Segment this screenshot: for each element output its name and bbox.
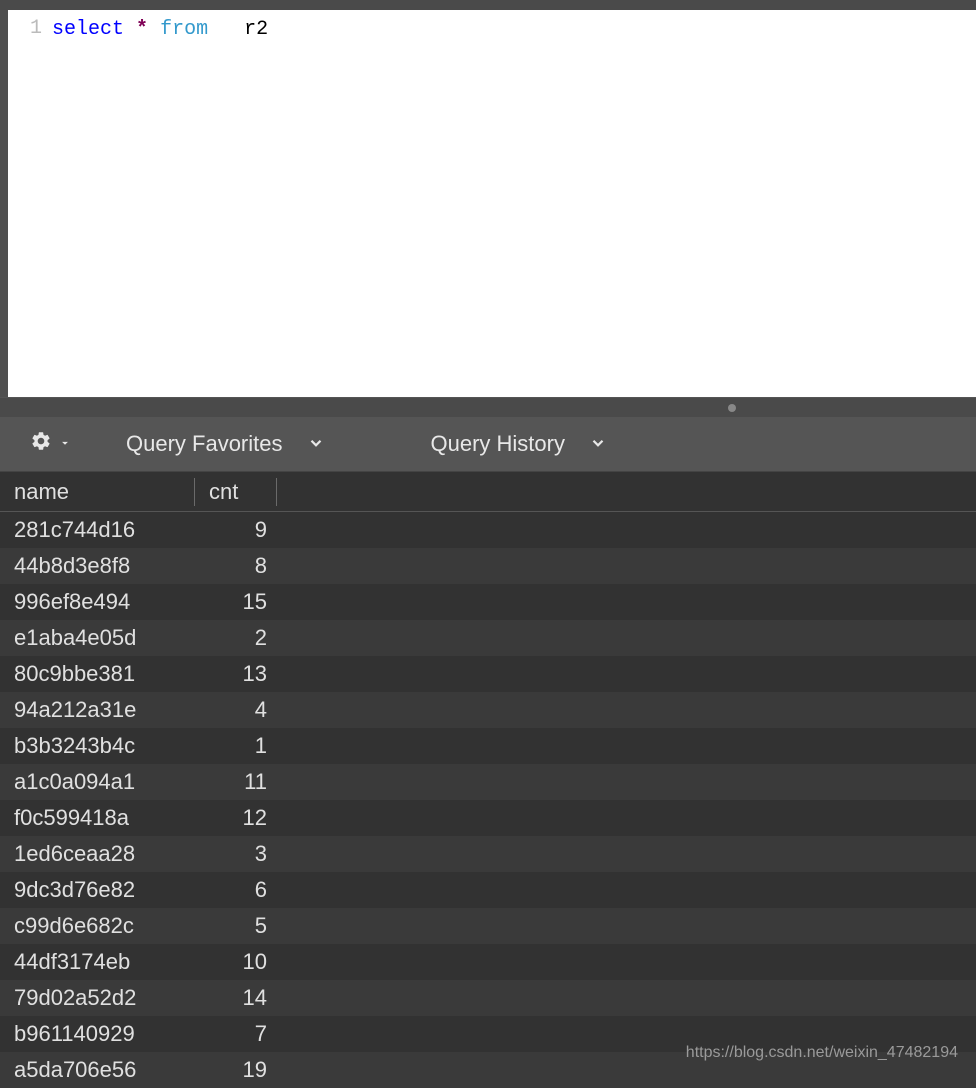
cell-name: 80c9bbe381	[0, 661, 195, 687]
column-header-name[interactable]: name	[0, 478, 195, 506]
chevron-down-icon	[589, 434, 607, 455]
cell-cnt: 3	[195, 841, 277, 867]
code-area[interactable]: select * from r2	[52, 10, 976, 397]
cell-name: a5da706e56	[0, 1057, 195, 1083]
table-row[interactable]: 44b8d3e8f88	[0, 548, 976, 584]
cell-name: 94a212a31e	[0, 697, 195, 723]
pane-divider[interactable]	[0, 397, 976, 417]
cell-name: b961140929	[0, 1021, 195, 1047]
table-row[interactable]: 9dc3d76e826	[0, 872, 976, 908]
cell-cnt: 8	[195, 553, 277, 579]
table-row[interactable]: 281c744d169	[0, 512, 976, 548]
cell-cnt: 14	[195, 985, 277, 1011]
cell-name: 9dc3d76e82	[0, 877, 195, 903]
results-header: name cnt	[0, 472, 976, 512]
results-toolbar: Query Favorites Query History	[0, 417, 976, 472]
cell-cnt: 19	[195, 1057, 277, 1083]
query-history-label: Query History	[431, 431, 565, 457]
cell-name: e1aba4e05d	[0, 625, 195, 651]
table-row[interactable]: e1aba4e05d2	[0, 620, 976, 656]
cell-cnt: 9	[195, 517, 277, 543]
table-row[interactable]: 79d02a52d214	[0, 980, 976, 1016]
table-row[interactable]: f0c599418a12	[0, 800, 976, 836]
gear-icon[interactable]	[30, 430, 52, 458]
cell-cnt: 15	[195, 589, 277, 615]
cell-cnt: 13	[195, 661, 277, 687]
sql-keyword-select: select	[52, 18, 124, 41]
cell-name: 44b8d3e8f8	[0, 553, 195, 579]
results-body[interactable]: 281c744d16944b8d3e8f88996ef8e49415e1aba4…	[0, 512, 976, 1088]
cell-name: a1c0a094a1	[0, 769, 195, 795]
cell-name: b3b3243b4c	[0, 733, 195, 759]
cell-cnt: 11	[195, 769, 277, 795]
cell-cnt: 10	[195, 949, 277, 975]
line-number: 1	[8, 17, 42, 40]
chevron-down-icon	[307, 434, 325, 455]
table-row[interactable]: 44df3174eb10	[0, 944, 976, 980]
table-row[interactable]: 1ed6ceaa283	[0, 836, 976, 872]
cell-name: 44df3174eb	[0, 949, 195, 975]
cell-name: f0c599418a	[0, 805, 195, 831]
cell-cnt: 4	[195, 697, 277, 723]
cell-name: 79d02a52d2	[0, 985, 195, 1011]
cell-cnt: 2	[195, 625, 277, 651]
cell-name: 1ed6ceaa28	[0, 841, 195, 867]
divider-handle-icon	[728, 404, 736, 412]
query-favorites-label: Query Favorites	[126, 431, 283, 457]
cell-cnt: 7	[195, 1021, 277, 1047]
column-header-cnt[interactable]: cnt	[195, 478, 277, 506]
cell-cnt: 6	[195, 877, 277, 903]
table-row[interactable]: 80c9bbe38113	[0, 656, 976, 692]
sql-star: *	[136, 18, 148, 41]
top-bar	[0, 0, 976, 10]
cell-cnt: 12	[195, 805, 277, 831]
table-row[interactable]: 94a212a31e4	[0, 692, 976, 728]
watermark: https://blog.csdn.net/weixin_47482194	[686, 1044, 958, 1062]
cell-name: c99d6e682c	[0, 913, 195, 939]
cell-cnt: 1	[195, 733, 277, 759]
query-history-dropdown[interactable]: Query History	[419, 431, 619, 457]
query-favorites-dropdown[interactable]: Query Favorites	[114, 431, 337, 457]
sql-keyword-from: from	[160, 18, 208, 41]
table-row[interactable]: 996ef8e49415	[0, 584, 976, 620]
editor-left-strip	[0, 10, 8, 397]
cell-name: 996ef8e494	[0, 589, 195, 615]
table-row[interactable]: c99d6e682c5	[0, 908, 976, 944]
sql-table-name: r2	[244, 18, 268, 41]
table-row[interactable]: a1c0a094a111	[0, 764, 976, 800]
chevron-down-icon[interactable]	[58, 436, 72, 453]
cell-name: 281c744d16	[0, 517, 195, 543]
table-row[interactable]: b3b3243b4c1	[0, 728, 976, 764]
line-gutter: 1	[8, 10, 52, 397]
cell-cnt: 5	[195, 913, 277, 939]
sql-editor[interactable]: 1 select * from r2	[0, 10, 976, 397]
